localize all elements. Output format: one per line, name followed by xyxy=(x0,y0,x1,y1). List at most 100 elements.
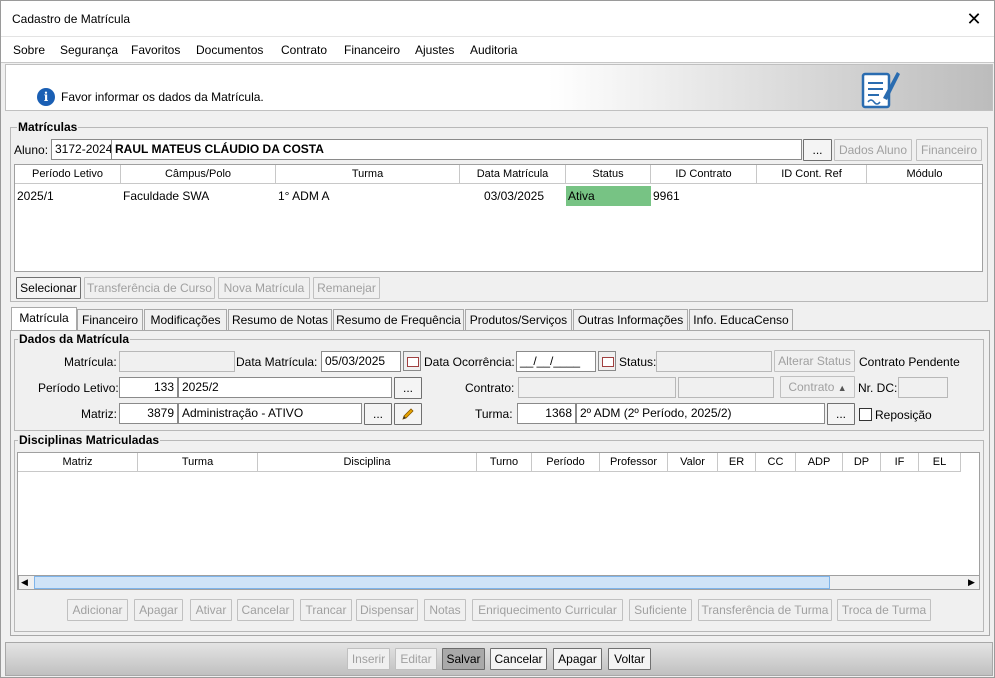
tab-financeiro[interactable]: Financeiro xyxy=(77,309,143,330)
menu-ajustes[interactable]: Ajustes xyxy=(415,43,454,57)
trancar-button[interactable]: Trancar xyxy=(300,599,352,621)
nova-matricula-button[interactable]: Nova Matrícula xyxy=(218,277,310,299)
matricula-field[interactable] xyxy=(119,351,235,372)
col-turma[interactable]: Turma xyxy=(138,453,258,472)
transferencia-turma-button[interactable]: Transferência de Turma xyxy=(698,599,832,621)
periodo-browse-button[interactable]: ... xyxy=(394,377,422,399)
menu-contrato[interactable]: Contrato xyxy=(281,43,327,57)
cell-campus: Faculdade SWA xyxy=(123,189,210,203)
tab-resumo-frequencia[interactable]: Resumo de Frequência xyxy=(333,309,464,330)
horizontal-scrollbar[interactable]: ◀ ▶ xyxy=(18,575,979,589)
transferencia-curso-button[interactable]: Transferência de Curso xyxy=(84,277,215,299)
apagar-disciplina-button[interactable]: Apagar xyxy=(134,599,183,621)
pencil-edit-icon[interactable] xyxy=(394,403,422,425)
table-row[interactable]: 2025/1 Faculdade SWA 1° ADM A 03/03/2025… xyxy=(15,186,982,206)
dispensar-button[interactable]: Dispensar xyxy=(356,599,418,621)
tab-modificacoes[interactable]: Modificações xyxy=(144,309,227,330)
info-icon: i xyxy=(37,88,55,106)
contrato-button[interactable]: Contrato ▲ xyxy=(780,376,855,398)
close-icon[interactable]: ✕ xyxy=(962,7,986,31)
nr-dc-field[interactable] xyxy=(898,377,948,398)
tab-matricula[interactable]: Matrícula xyxy=(11,307,77,331)
turma-browse-button[interactable]: ... xyxy=(827,403,855,425)
menu-documentos[interactable]: Documentos xyxy=(196,43,263,57)
tab-info-educacenso[interactable]: Info. EducaCenso xyxy=(689,309,793,330)
notas-button[interactable]: Notas xyxy=(424,599,466,621)
adicionar-button[interactable]: Adicionar xyxy=(67,599,128,621)
matriculas-table[interactable]: Período Letivo Câmpus/Polo Turma Data Ma… xyxy=(14,164,983,272)
selecionar-button[interactable]: Selecionar xyxy=(16,277,81,299)
inserir-button[interactable]: Inserir xyxy=(347,648,390,670)
col-data-matricula[interactable]: Data Matrícula xyxy=(460,165,566,184)
cell-data: 03/03/2025 xyxy=(483,189,544,203)
cancelar-disciplina-button[interactable]: Cancelar xyxy=(237,599,294,621)
main-window: Cadastro de Matrícula ✕ Sobre Segurança … xyxy=(0,0,995,678)
alterar-status-button[interactable]: Alterar Status xyxy=(774,350,855,372)
col-adp[interactable]: ADP xyxy=(796,453,843,472)
dados-aluno-button[interactable]: Dados Aluno xyxy=(834,139,912,161)
col-er[interactable]: ER xyxy=(718,453,756,472)
menu-seguranca[interactable]: Segurança xyxy=(60,43,118,57)
col-cc[interactable]: CC xyxy=(756,453,796,472)
editar-button[interactable]: Editar xyxy=(395,648,437,670)
col-valor[interactable]: Valor xyxy=(668,453,718,472)
col-professor[interactable]: Professor xyxy=(600,453,668,472)
scrollbar-thumb[interactable] xyxy=(34,576,830,589)
col-dp[interactable]: DP xyxy=(843,453,881,472)
cell-id-contrato: 9961 xyxy=(653,189,680,203)
col-if[interactable]: IF xyxy=(881,453,919,472)
menu-financeiro[interactable]: Financeiro xyxy=(344,43,400,57)
col-el[interactable]: EL xyxy=(919,453,961,472)
apagar-button[interactable]: Apagar xyxy=(553,648,602,670)
aluno-name-field[interactable]: RAUL MATEUS CLÁUDIO DA COSTA xyxy=(111,139,802,160)
menu-auditoria[interactable]: Auditoria xyxy=(470,43,517,57)
ativar-button[interactable]: Ativar xyxy=(190,599,232,621)
calendar-icon[interactable] xyxy=(598,351,616,371)
reposicao-checkbox[interactable] xyxy=(859,408,872,421)
col-disciplina[interactable]: Disciplina xyxy=(258,453,477,472)
status-field[interactable] xyxy=(656,351,772,372)
aluno-code-field[interactable]: 3172-2024 xyxy=(51,139,112,160)
cell-id-ref xyxy=(757,186,867,206)
matriz-browse-button[interactable]: ... xyxy=(364,403,392,425)
col-turma[interactable]: Turma xyxy=(276,165,460,184)
aluno-browse-button[interactable]: ... xyxy=(803,139,832,161)
financeiro-button[interactable]: Financeiro xyxy=(916,139,982,161)
tab-produtos-servicos[interactable]: Produtos/Serviços xyxy=(465,309,572,330)
col-id-contrato[interactable]: ID Contrato xyxy=(651,165,757,184)
tab-outras-informacoes[interactable]: Outras Informações xyxy=(573,309,688,330)
cell-periodo: 2025/1 xyxy=(17,189,54,203)
disciplinas-table[interactable]: Matriz Turma Disciplina Turno Período Pr… xyxy=(17,452,980,590)
menu-sobre[interactable]: Sobre xyxy=(13,43,45,57)
scroll-left-icon[interactable]: ◀ xyxy=(21,577,28,588)
suficiente-button[interactable]: Suficiente xyxy=(629,599,692,621)
troca-turma-button[interactable]: Troca de Turma xyxy=(837,599,931,621)
salvar-button[interactable]: Salvar xyxy=(442,648,485,670)
data-ocorrencia-field[interactable]: __/__/____ xyxy=(516,351,596,372)
col-id-cont-ref[interactable]: ID Cont. Ref xyxy=(757,165,867,184)
contrato-field-2[interactable] xyxy=(678,377,774,398)
voltar-button[interactable]: Voltar xyxy=(608,648,651,670)
enriquecimento-curricular-button[interactable]: Enriquecimento Curricular xyxy=(472,599,623,621)
periodo-field[interactable]: 2025/2 xyxy=(178,377,392,398)
col-turno[interactable]: Turno xyxy=(477,453,532,472)
menu-favoritos[interactable]: Favoritos xyxy=(131,43,180,57)
col-modulo[interactable]: Módulo xyxy=(867,165,982,184)
data-matricula-field[interactable]: 05/03/2025 xyxy=(321,351,401,372)
periodo-code-field[interactable]: 133 xyxy=(119,377,178,398)
calendar-icon[interactable] xyxy=(403,351,421,371)
contrato-field[interactable] xyxy=(518,377,676,398)
matriz-code-field[interactable]: 3879 xyxy=(119,403,178,424)
col-periodo-letivo[interactable]: Período Letivo xyxy=(15,165,121,184)
cancelar-button[interactable]: Cancelar xyxy=(490,648,547,670)
col-periodo[interactable]: Período xyxy=(532,453,600,472)
col-campus-polo[interactable]: Câmpus/Polo xyxy=(121,165,276,184)
turma-code-field[interactable]: 1368 xyxy=(517,403,576,424)
col-matriz[interactable]: Matriz xyxy=(18,453,138,472)
scroll-right-icon[interactable]: ▶ xyxy=(968,577,975,588)
remanejar-button[interactable]: Remanejar xyxy=(313,277,380,299)
tab-resumo-notas[interactable]: Resumo de Notas xyxy=(228,309,332,330)
matriz-field[interactable]: Administração - ATIVO xyxy=(178,403,362,424)
turma-field[interactable]: 2º ADM (2º Período, 2025/2) xyxy=(576,403,825,424)
col-status[interactable]: Status xyxy=(566,165,651,184)
